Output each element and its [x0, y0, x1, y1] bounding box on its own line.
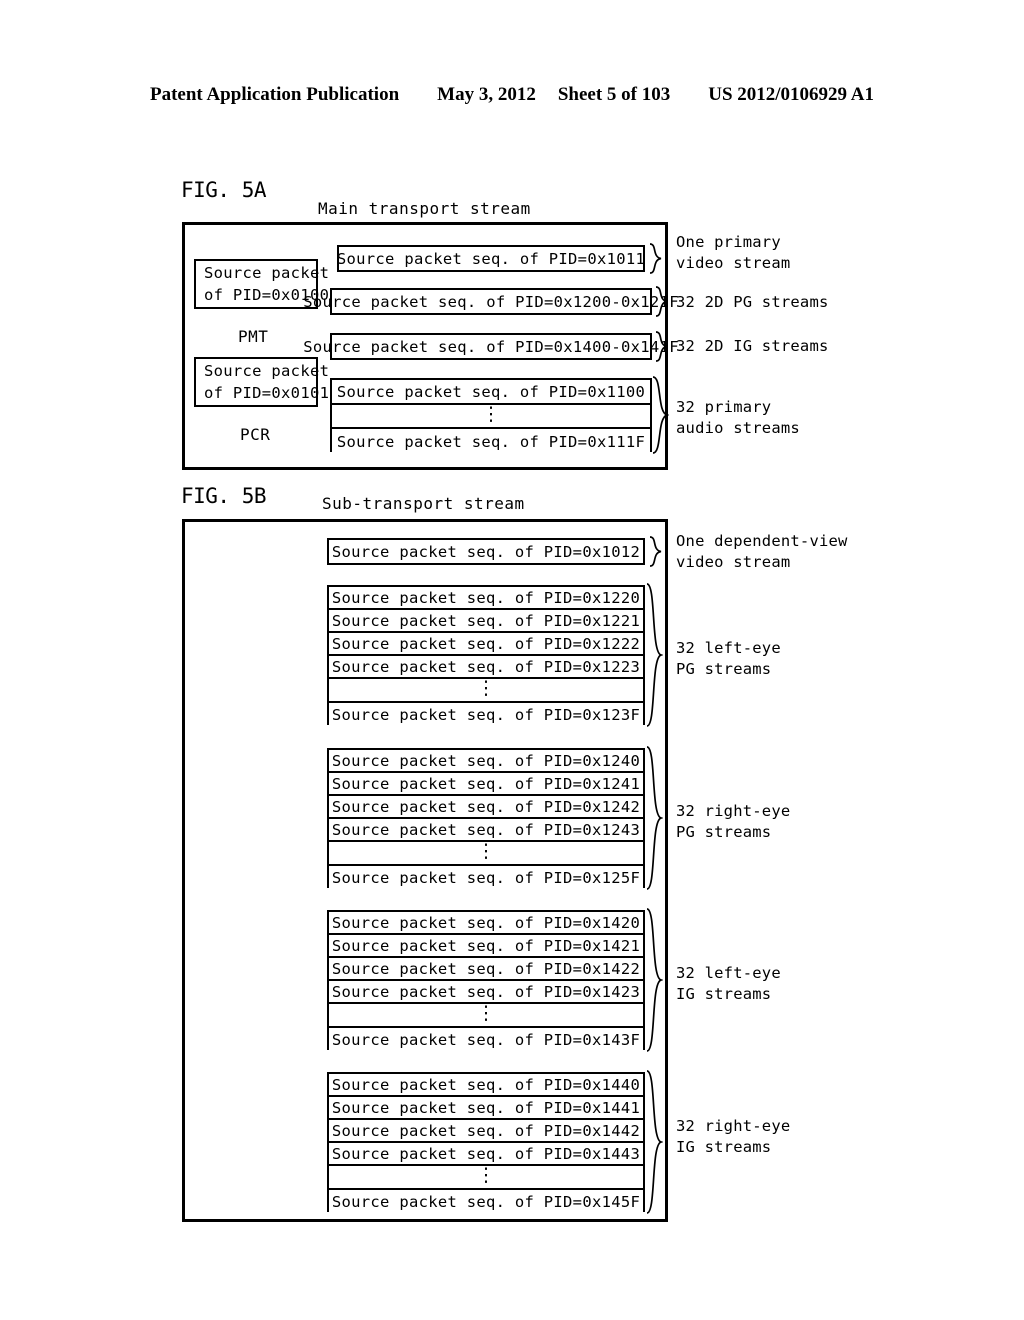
fig-5a-caption: Main transport stream — [318, 199, 531, 218]
fig-5b-row-rig-3: Source packet seq. of PID=0x1443 — [329, 1143, 643, 1166]
fig-5b-row-rpg-last: Source packet seq. of PID=0x125F — [329, 866, 643, 890]
fig-5a-brace-2d-ig — [654, 331, 670, 362]
fig-5b-annotation-right-eye-pg: 32 right-eye PG streams — [676, 802, 791, 841]
fig-5a-brace-primary-audio — [651, 376, 669, 454]
fig-5b-row-rpg-2: Source packet seq. of PID=0x1242 — [329, 796, 643, 819]
fig-5b-row-lpg-3: Source packet seq. of PID=0x1223 — [329, 656, 643, 679]
pcr-line-2: of PID=0x0101 — [204, 384, 330, 402]
fig-5b-group-right-eye-pg: Source packet seq. of PID=0x1240 Source … — [327, 748, 645, 890]
fig-5b-row-lpg-last: Source packet seq. of PID=0x123F — [329, 703, 643, 727]
fig-5a-annotation-2d-pg: 32 2D PG streams — [676, 293, 829, 311]
fig-5b-group-left-eye-ig: Source packet seq. of PID=0x1420 Source … — [327, 910, 645, 1052]
fig-5a-pcr-box: Source packet of PID=0x0101 — [194, 357, 329, 407]
fig-5a-annotation-primary-audio: 32 primary audio streams — [676, 398, 800, 437]
fig-5a-group-primary-audio: Source packet seq. of PID=0x1100 ⋮ Sourc… — [330, 378, 652, 454]
fig-5b-label: FIG. 5B — [181, 484, 267, 508]
fig-5b-row-rpg-1: Source packet seq. of PID=0x1241 — [329, 773, 643, 796]
fig-5b-group-right-eye-ig: Source packet seq. of PID=0x1440 Source … — [327, 1072, 645, 1214]
fig-5b-annotation-left-eye-pg: 32 left-eye PG streams — [676, 639, 781, 678]
header-date: May 3, 2012 — [437, 84, 536, 105]
fig-5a-row-2d-ig: Source packet seq. of PID=0x1400-0x141F — [303, 333, 679, 360]
vertical-ellipsis-icon: ⋮ — [476, 840, 496, 863]
fig-5a-annotation-2d-ig: 32 2D IG streams — [676, 337, 829, 355]
fig-5b-row-rpg-3: Source packet seq. of PID=0x1243 — [329, 819, 643, 842]
fig-5b-group-left-eye-pg: Source packet seq. of PID=0x1220 Source … — [327, 585, 645, 727]
fig-5a-pcr-caption: PCR — [240, 425, 271, 444]
header-patent-number: US 2012/0106929 A1 — [708, 84, 874, 105]
fig-5b-row-rpg-ellipsis: ⋮ — [329, 842, 643, 866]
fig-5b-row-lig-0: Source packet seq. of PID=0x1420 — [329, 912, 643, 935]
fig-5b-row-dependent-video: Source packet seq. of PID=0x1012 — [327, 538, 645, 565]
fig-5b-row-lig-3: Source packet seq. of PID=0x1423 — [329, 981, 643, 1004]
fig-5b-row-rig-1: Source packet seq. of PID=0x1441 — [329, 1097, 643, 1120]
page-header: Patent Application Publication May 3, 201… — [0, 84, 1024, 106]
fig-5b-annotation-left-eye-ig: 32 left-eye IG streams — [676, 964, 781, 1003]
fig-5b-row-lig-1: Source packet seq. of PID=0x1421 — [329, 935, 643, 958]
fig-5a-brace-2d-pg — [654, 286, 670, 317]
fig-5b-row-rig-last: Source packet seq. of PID=0x145F — [329, 1190, 643, 1214]
vertical-ellipsis-icon: ⋮ — [476, 1164, 496, 1187]
vertical-ellipsis-icon: ⋮ — [476, 1002, 496, 1025]
fig-5b-annotation-right-eye-ig: 32 right-eye IG streams — [676, 1117, 791, 1156]
fig-5b-row-rig-2: Source packet seq. of PID=0x1442 — [329, 1120, 643, 1143]
fig-5a-label: FIG. 5A — [181, 178, 267, 202]
fig-5b-row-lpg-ellipsis: ⋮ — [329, 679, 643, 703]
fig-5b-brace-left-eye-pg — [645, 583, 663, 727]
fig-5a-row-2d-pg: Source packet seq. of PID=0x1200-0x121F — [303, 288, 679, 315]
fig-5b-caption: Sub-transport stream — [322, 494, 525, 513]
fig-5b-row-rig-ellipsis: ⋮ — [329, 1166, 643, 1190]
pcr-line-1: Source packet — [204, 361, 330, 380]
fig-5b-row-lpg-1: Source packet seq. of PID=0x1221 — [329, 610, 643, 633]
pmt-line-1: Source packet — [204, 263, 330, 282]
fig-5a-pmt-box: Source packet of PID=0x0100 — [194, 259, 329, 309]
fig-5b-row-lpg-0: Source packet seq. of PID=0x1220 — [329, 587, 643, 610]
fig-5b-brace-left-eye-ig — [645, 908, 663, 1052]
fig-5a-row-audio-last: Source packet seq. of PID=0x111F — [332, 429, 650, 454]
fig-5a-row-audio-first: Source packet seq. of PID=0x1100 — [332, 380, 650, 405]
fig-5a-annotation-primary-video: One primary video stream — [676, 233, 791, 272]
vertical-ellipsis-icon: ⋮ — [481, 403, 501, 426]
fig-5b-brace-right-eye-pg — [645, 746, 663, 890]
fig-5b-row-lig-last: Source packet seq. of PID=0x143F — [329, 1028, 643, 1052]
header-publication: Patent Application Publication — [150, 84, 400, 105]
header-sheet: Sheet 5 of 103 — [557, 84, 671, 105]
fig-5b-row-rig-0: Source packet seq. of PID=0x1440 — [329, 1074, 643, 1097]
vertical-ellipsis-icon: ⋮ — [476, 677, 496, 700]
fig-5b-brace-right-eye-ig — [645, 1070, 663, 1214]
fig-5b-row-lpg-2: Source packet seq. of PID=0x1222 — [329, 633, 643, 656]
fig-5b-row-rpg-0: Source packet seq. of PID=0x1240 — [329, 750, 643, 773]
fig-5b-row-lig-ellipsis: ⋮ — [329, 1004, 643, 1028]
fig-5a-pmt-caption: PMT — [238, 327, 269, 346]
fig-5b-annotation-dependent-video: One dependent-view video stream — [676, 532, 848, 571]
fig-5a-row-audio-ellipsis: ⋮ — [332, 405, 650, 429]
fig-5b-brace-dependent-video — [648, 536, 664, 567]
fig-5b-row-lig-2: Source packet seq. of PID=0x1422 — [329, 958, 643, 981]
fig-5a-brace-primary-video — [648, 243, 664, 274]
fig-5a-row-primary-video: Source packet seq. of PID=0x1011 — [337, 245, 645, 272]
